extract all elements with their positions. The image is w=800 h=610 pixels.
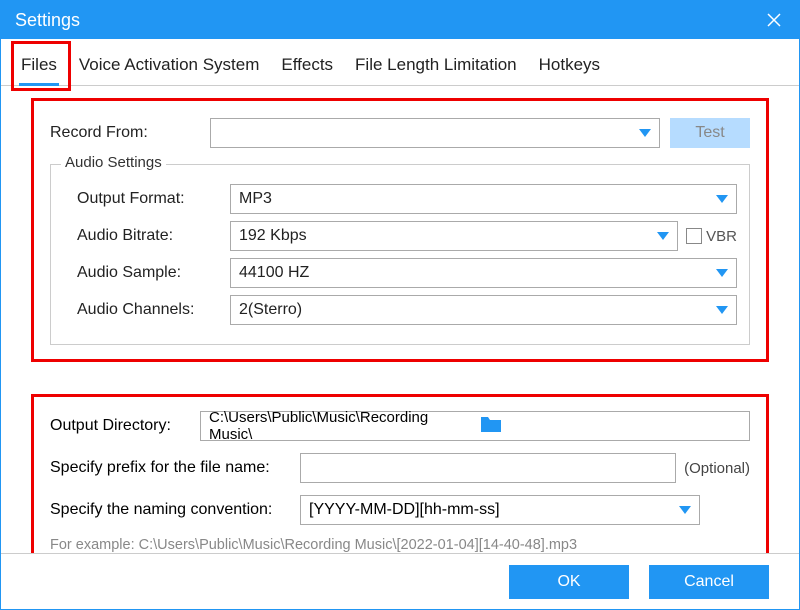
settings-window: Settings Files Voice Activation System E…	[0, 0, 800, 610]
tab-voice-activation[interactable]: Voice Activation System	[77, 49, 261, 85]
output-section-highlight: Output Directory: C:\Users\Public\Music\…	[31, 394, 769, 553]
audio-channels-select[interactable]: 2(Sterro)	[230, 295, 737, 325]
prefix-input[interactable]	[300, 453, 676, 483]
dialog-footer: OK Cancel	[1, 553, 799, 609]
audio-sample-label: Audio Sample:	[65, 264, 230, 282]
chevron-down-icon	[657, 227, 669, 245]
record-from-select[interactable]	[210, 118, 660, 148]
audio-channels-label: Audio Channels:	[65, 301, 230, 319]
browse-folder-button[interactable]	[479, 414, 745, 438]
titlebar: Settings	[1, 1, 799, 39]
tab-bar: Files Voice Activation System Effects Fi…	[1, 39, 799, 86]
output-format-value: MP3	[239, 190, 272, 208]
window-title: Settings	[15, 10, 80, 31]
tab-file-length[interactable]: File Length Limitation	[353, 49, 519, 85]
chevron-down-icon	[639, 124, 651, 142]
tab-hotkeys[interactable]: Hotkeys	[537, 49, 602, 85]
test-button[interactable]: Test	[670, 118, 750, 148]
naming-convention-select[interactable]: [YYYY-MM-DD][hh-mm-ss]	[300, 495, 700, 525]
output-format-select[interactable]: MP3	[230, 184, 737, 214]
output-directory-value: C:\Users\Public\Music\Recording Music\	[209, 409, 475, 443]
folder-icon	[479, 414, 503, 434]
prefix-optional-label: (Optional)	[684, 460, 750, 477]
vbr-checkbox[interactable]	[686, 228, 702, 244]
output-directory-field[interactable]: C:\Users\Public\Music\Recording Music\	[200, 411, 750, 441]
close-button[interactable]	[749, 1, 799, 39]
audio-channels-value: 2(Sterro)	[239, 301, 302, 319]
chevron-down-icon	[716, 190, 728, 208]
audio-bitrate-value: 192 Kbps	[239, 227, 307, 245]
chevron-down-icon	[716, 264, 728, 282]
output-format-label: Output Format:	[65, 190, 230, 208]
naming-label: Specify the naming convention:	[50, 501, 300, 519]
prefix-label: Specify prefix for the file name:	[50, 459, 300, 477]
tab-effects[interactable]: Effects	[279, 49, 335, 85]
audio-sample-select[interactable]: 44100 HZ	[230, 258, 737, 288]
vbr-option: VBR	[686, 228, 737, 245]
naming-example-text: For example: C:\Users\Public\Music\Recor…	[50, 537, 750, 553]
cancel-button[interactable]: Cancel	[649, 565, 769, 599]
output-directory-label: Output Directory:	[50, 417, 200, 435]
close-icon	[766, 12, 782, 28]
naming-convention-value: [YYYY-MM-DD][hh-mm-ss]	[309, 501, 500, 519]
chevron-down-icon	[716, 301, 728, 319]
vbr-label: VBR	[706, 228, 737, 245]
ok-button[interactable]: OK	[509, 565, 629, 599]
tab-files[interactable]: Files	[19, 49, 59, 85]
audio-bitrate-select[interactable]: 192 Kbps	[230, 221, 678, 251]
audio-settings-fieldset: Audio Settings Output Format: MP3 Audio …	[50, 164, 750, 345]
audio-bitrate-label: Audio Bitrate:	[65, 227, 230, 245]
audio-sample-value: 44100 HZ	[239, 264, 309, 282]
audio-settings-legend: Audio Settings	[61, 154, 166, 171]
audio-section-highlight: Record From: Test Audio Settings Output …	[31, 98, 769, 362]
record-from-label: Record From:	[50, 124, 210, 142]
content-area: Record From: Test Audio Settings Output …	[1, 86, 799, 553]
chevron-down-icon	[679, 501, 691, 519]
